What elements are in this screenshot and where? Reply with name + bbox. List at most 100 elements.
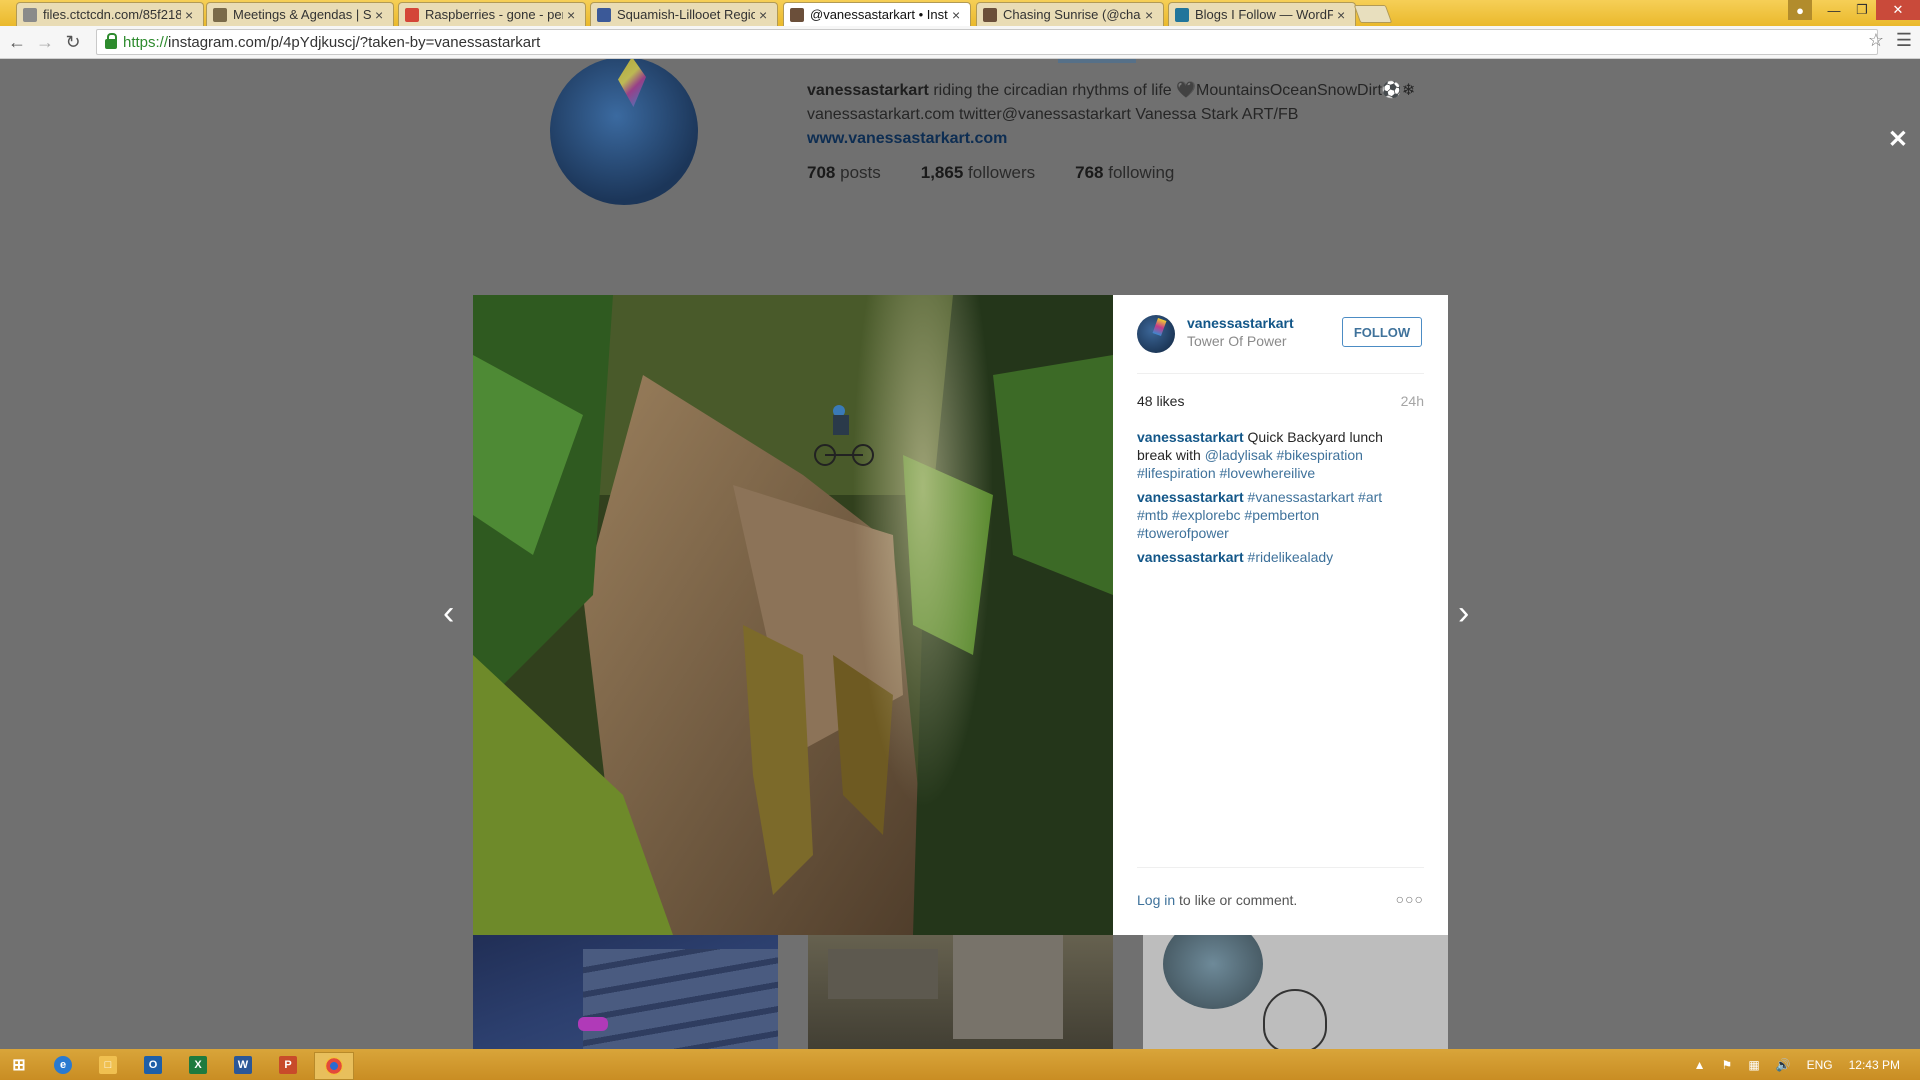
- hashtag-link[interactable]: #vanessastarkart: [1248, 489, 1355, 505]
- post-age: 24h: [1400, 393, 1424, 409]
- system-tray: ▲ ⚑ ▦ 🔊 ENG 12:43 PM: [1686, 1049, 1920, 1080]
- post-owner-username[interactable]: vanessastarkart: [1187, 315, 1294, 331]
- word-icon[interactable]: W: [224, 1052, 262, 1078]
- forward-icon[interactable]: →: [34, 31, 56, 53]
- flag-icon[interactable]: ⚑: [1722, 1058, 1733, 1072]
- following-stat[interactable]: 768 following: [1075, 163, 1174, 183]
- page-content: vanessastarkart riding the circadian rhy…: [0, 59, 1920, 1049]
- hashtag-link[interactable]: #explorebc: [1172, 507, 1241, 523]
- more-options-icon[interactable]: ○○○: [1396, 891, 1424, 907]
- chrome-icon[interactable]: [314, 1052, 354, 1080]
- tab-close-icon[interactable]: ×: [567, 7, 579, 23]
- hashtag-link[interactable]: #art: [1358, 489, 1382, 505]
- tab-title: Squamish-Lillooet Region: [617, 7, 755, 22]
- back-icon[interactable]: ←: [6, 31, 28, 53]
- outlook-icon[interactable]: O: [134, 1052, 172, 1078]
- bookmark-star-icon[interactable]: ☆: [1868, 30, 1884, 51]
- minimize-button[interactable]: —: [1820, 0, 1848, 20]
- tab-close-icon[interactable]: ×: [375, 7, 387, 23]
- excel-icon[interactable]: X: [179, 1052, 217, 1078]
- browser-tab[interactable]: Blogs I Follow — WordPre ×: [1168, 2, 1356, 26]
- divider: [1137, 373, 1424, 374]
- menu-icon[interactable]: ☰: [1896, 30, 1912, 51]
- hashtag-link[interactable]: @ladylisak: [1205, 447, 1273, 463]
- posts-count: 708: [807, 163, 836, 182]
- browser-tab[interactable]: Meetings & Agendas | Sq ×: [206, 2, 394, 26]
- window-close-button[interactable]: ✕: [1876, 0, 1920, 20]
- powerpoint-icon[interactable]: P: [269, 1052, 307, 1078]
- tab-title: Meetings & Agendas | Sq: [233, 7, 371, 22]
- profile-bio: vanessastarkart riding the circadian rhy…: [807, 79, 1527, 151]
- post-photo: [473, 295, 1113, 935]
- hashtag-link[interactable]: #towerofpower: [1137, 525, 1229, 541]
- file-explorer-icon[interactable]: □: [89, 1052, 127, 1078]
- browser-tab[interactable]: files.ctctcdn.com/85f2181 ×: [16, 2, 204, 26]
- comment-author[interactable]: vanessastarkart: [1137, 549, 1244, 565]
- browser-tab[interactable]: Squamish-Lillooet Region ×: [590, 2, 778, 26]
- browser-tab[interactable]: Chasing Sunrise (@chasin ×: [976, 2, 1164, 26]
- browser-tab[interactable]: Raspberries - gone - pem ×: [398, 2, 586, 26]
- document-icon: [23, 7, 37, 22]
- browser-tab[interactable]: @vanessastarkart • Instag ×: [783, 2, 971, 26]
- login-prompt: Log in to like or comment.: [1137, 892, 1297, 908]
- new-tab-button[interactable]: [1353, 5, 1393, 23]
- facebook-icon: [597, 7, 611, 22]
- login-link[interactable]: Log in: [1137, 892, 1175, 908]
- next-post-icon[interactable]: ›: [1458, 594, 1469, 633]
- profile-username: vanessastarkart: [807, 82, 929, 99]
- grid-thumb-stairs[interactable]: [473, 919, 778, 1049]
- tray-up-arrow-icon[interactable]: ▲: [1694, 1058, 1706, 1072]
- tab-close-icon[interactable]: ×: [759, 7, 771, 23]
- url-path: instagram.com/p/4pYdjkuscj/?taken-by=van…: [168, 33, 541, 51]
- windows-start-icon[interactable]: ⊞: [0, 1052, 38, 1078]
- comment-author[interactable]: vanessastarkart: [1137, 489, 1244, 505]
- profile-stats: 708 posts 1,865 followers 768 following: [807, 163, 1174, 183]
- window-controls: ● — ❐ ✕: [1788, 0, 1920, 22]
- post-owner-avatar[interactable]: [1137, 315, 1175, 353]
- tab-title: Raspberries - gone - pem: [425, 7, 563, 22]
- profile-user-icon[interactable]: ●: [1788, 0, 1812, 20]
- comment-author[interactable]: vanessastarkart: [1137, 429, 1244, 445]
- followers-stat[interactable]: 1,865 followers: [921, 163, 1035, 183]
- grid-thumb-owl[interactable]: [1143, 919, 1448, 1049]
- tab-close-icon[interactable]: ×: [1337, 7, 1349, 23]
- post-location[interactable]: Tower Of Power: [1187, 333, 1287, 349]
- tab-bar: files.ctctcdn.com/85f2181 × Meetings & Age…: [0, 0, 1920, 26]
- prev-post-icon[interactable]: ‹: [443, 594, 454, 633]
- likes-count[interactable]: 48 likes: [1137, 393, 1184, 409]
- mountain-bike-cliff-image: [473, 295, 1113, 935]
- hashtag-link[interactable]: #ridelikealady: [1248, 549, 1334, 565]
- tab-title: @vanessastarkart • Instag: [810, 7, 948, 22]
- following-count: 768: [1075, 163, 1104, 182]
- tab-close-icon[interactable]: ×: [952, 7, 964, 23]
- hashtag-link[interactable]: #bikespiration: [1277, 447, 1363, 463]
- address-bar[interactable]: https://instagram.com/p/4pYdjkuscj/?take…: [96, 29, 1878, 55]
- clock[interactable]: 12:43 PM: [1849, 1058, 1900, 1072]
- reload-icon[interactable]: ↻: [62, 31, 84, 53]
- url-scheme: https://: [123, 33, 169, 51]
- tab-title: Chasing Sunrise (@chasin: [1003, 7, 1141, 22]
- profile-avatar[interactable]: [550, 59, 698, 205]
- comment: vanessastarkart #ridelikealady: [1137, 548, 1407, 566]
- post-sidebar: vanessastarkart Tower Of Power FOLLOW 48…: [1113, 295, 1448, 935]
- follow-button[interactable]: FOLLOW: [1342, 317, 1422, 347]
- following-label: following: [1108, 163, 1175, 182]
- profile-website-link[interactable]: www.vanessastarkart.com: [807, 127, 1527, 151]
- network-icon[interactable]: ▦: [1748, 1058, 1759, 1072]
- hashtag-link[interactable]: #lifespiration: [1137, 465, 1216, 481]
- hashtag-link[interactable]: #mtb: [1137, 507, 1168, 523]
- comment: vanessastarkart #vanessastarkart #art #m…: [1137, 488, 1407, 542]
- volume-icon[interactable]: 🔊: [1776, 1058, 1791, 1072]
- hashtag-link[interactable]: #lovewhereilive: [1220, 465, 1316, 481]
- internet-explorer-icon[interactable]: e: [44, 1052, 82, 1078]
- close-overlay-icon[interactable]: ✕: [1888, 125, 1908, 154]
- tab-close-icon[interactable]: ×: [1145, 7, 1157, 23]
- restore-button[interactable]: ❐: [1848, 0, 1876, 20]
- hashtag-link[interactable]: #pemberton: [1244, 507, 1319, 523]
- bio-line-1: riding the circadian rhythms of life 🖤Mo…: [933, 82, 1416, 99]
- header-button-fragment: [1058, 59, 1136, 63]
- comment: vanessastarkart Quick Backyard lunch bre…: [1137, 428, 1407, 482]
- tab-close-icon[interactable]: ×: [185, 7, 197, 23]
- grid-thumb-rocks[interactable]: [808, 919, 1113, 1049]
- language-indicator[interactable]: ENG: [1807, 1058, 1833, 1072]
